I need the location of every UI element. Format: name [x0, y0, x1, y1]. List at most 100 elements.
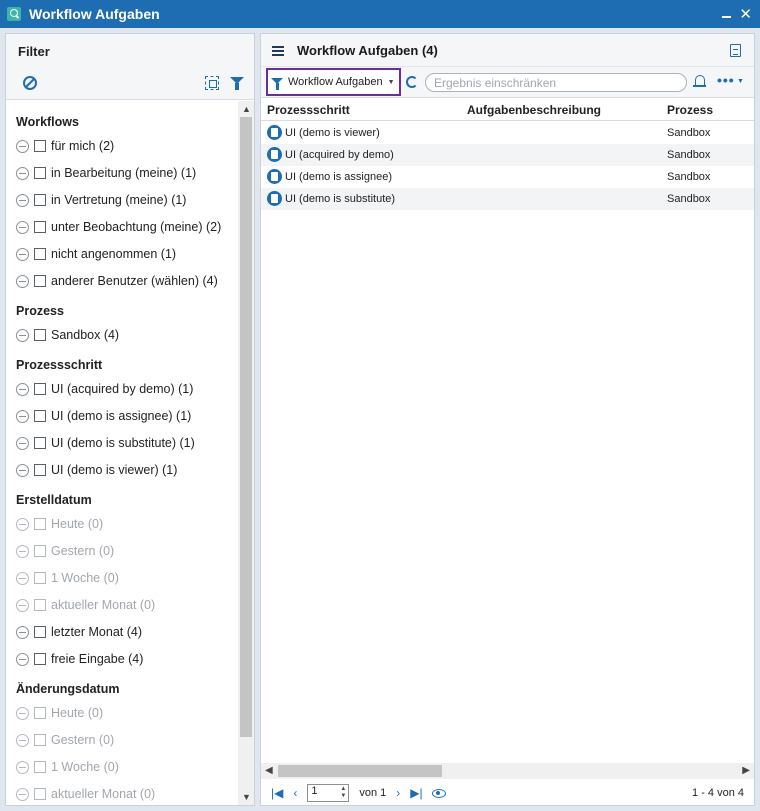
exclude-minus-icon[interactable] — [16, 571, 29, 585]
task-icon — [267, 169, 282, 184]
exclude-minus-icon[interactable] — [16, 139, 29, 153]
hamburger-menu-icon[interactable] — [272, 46, 284, 56]
next-page-icon[interactable]: › — [396, 786, 400, 800]
filter-item[interactable]: für mich (2) — [16, 137, 114, 155]
filter-checkbox[interactable] — [34, 545, 46, 557]
filter-item-label: UI (acquired by demo) (1) — [51, 382, 194, 396]
filter-checkbox[interactable] — [34, 518, 46, 530]
filter-checkbox[interactable] — [34, 734, 46, 746]
exclude-minus-icon[interactable] — [16, 436, 29, 450]
filter-checkbox[interactable] — [34, 140, 46, 152]
exclude-minus-icon[interactable] — [16, 706, 29, 720]
filter-item[interactable]: Heute (0) — [16, 704, 103, 722]
exclude-minus-icon[interactable] — [16, 274, 29, 288]
more-chevron-down-icon[interactable]: ▼ — [737, 78, 744, 85]
filter-checkbox[interactable] — [34, 410, 46, 422]
more-options-icon[interactable]: ••• — [717, 72, 735, 88]
bell-icon[interactable] — [693, 75, 706, 87]
expand-all-icon[interactable] — [205, 76, 219, 90]
exclude-minus-icon[interactable] — [16, 760, 29, 774]
filter-checkbox[interactable] — [34, 788, 46, 800]
filter-item[interactable]: UI (demo is assignee) (1) — [16, 407, 191, 425]
filter-item[interactable]: aktueller Monat (0) — [16, 785, 155, 803]
filter-checkbox[interactable] — [34, 572, 46, 584]
filter-item[interactable]: Sandbox (4) — [16, 326, 119, 344]
exclude-minus-icon[interactable] — [16, 625, 29, 639]
filter-item[interactable]: Gestern (0) — [16, 542, 114, 560]
table-row[interactable]: UI (demo is assignee) Sandbox — [261, 166, 754, 188]
filter-checkbox[interactable] — [34, 599, 46, 611]
exclude-minus-icon[interactable] — [16, 193, 29, 207]
close-icon[interactable]: ✕ — [739, 7, 752, 22]
filter-checkbox[interactable] — [34, 464, 46, 476]
filter-item[interactable]: unter Beobachtung (meine) (2) — [16, 218, 221, 236]
filter-item[interactable]: in Vertretung (meine) (1) — [16, 191, 186, 209]
scroll-up-icon[interactable]: ▲ — [242, 104, 251, 114]
refresh-icon[interactable] — [406, 76, 418, 88]
page-number-input[interactable]: 1 ▲ ▼ — [307, 784, 350, 802]
filter-item[interactable]: UI (acquired by demo) (1) — [16, 380, 193, 398]
exclude-minus-icon[interactable] — [16, 220, 29, 234]
prev-page-icon[interactable]: ‹ — [293, 786, 297, 800]
column-header-prozessschritt[interactable]: Prozessschritt — [267, 103, 350, 117]
filter-item[interactable]: nicht angenommen (1) — [16, 245, 176, 263]
scrollbar-thumb[interactable] — [240, 117, 252, 737]
filter-item[interactable]: anderer Benutzer (wählen) (4) — [16, 272, 218, 290]
horizontal-scrollbar[interactable]: ◀ ▶ — [261, 763, 754, 779]
filter-checkbox[interactable] — [34, 653, 46, 665]
filter-item[interactable]: aktueller Monat (0) — [16, 596, 155, 614]
filter-checkbox[interactable] — [34, 194, 46, 206]
table-row[interactable]: UI (acquired by demo) Sandbox — [261, 144, 754, 166]
filter-checkbox[interactable] — [34, 383, 46, 395]
filter-settings-icon[interactable] — [230, 77, 244, 90]
filter-checkbox[interactable] — [34, 329, 46, 341]
column-header-aufgabenbeschreibung[interactable]: Aufgabenbeschreibung — [467, 103, 601, 117]
last-page-icon[interactable]: ▶| — [410, 786, 422, 800]
first-page-icon[interactable]: |◀ — [271, 786, 283, 800]
filter-checkbox[interactable] — [34, 761, 46, 773]
scroll-left-icon[interactable]: ◀ — [265, 765, 273, 776]
filter-item[interactable]: letzter Monat (4) — [16, 623, 142, 641]
filter-checkbox[interactable] — [34, 167, 46, 179]
horizontal-scrollbar-thumb[interactable] — [278, 765, 442, 777]
minimize-icon[interactable] — [722, 16, 732, 18]
document-icon[interactable] — [730, 44, 741, 57]
filter-checkbox[interactable] — [34, 626, 46, 638]
filter-item[interactable]: 1 Woche (0) — [16, 569, 119, 587]
exclude-minus-icon[interactable] — [16, 517, 29, 531]
filter-item[interactable]: in Bearbeitung (meine) (1) — [16, 164, 196, 182]
filter-checkbox[interactable] — [34, 437, 46, 449]
exclude-minus-icon[interactable] — [16, 733, 29, 747]
table-row[interactable]: UI (demo is viewer) Sandbox — [261, 122, 754, 144]
filter-item[interactable]: Gestern (0) — [16, 731, 114, 749]
filter-checkbox[interactable] — [34, 275, 46, 287]
filter-item[interactable]: 1 Woche (0) — [16, 758, 119, 776]
search-input[interactable] — [425, 73, 687, 92]
exclude-minus-icon[interactable] — [16, 787, 29, 801]
exclude-minus-icon[interactable] — [16, 598, 29, 612]
filter-checkbox[interactable] — [34, 248, 46, 260]
column-header-prozess[interactable]: Prozess — [667, 103, 713, 117]
filter-checkbox[interactable] — [34, 221, 46, 233]
page-stepper-icon[interactable]: ▲ ▼ — [340, 786, 346, 800]
eye-icon[interactable] — [431, 788, 446, 798]
filter-item[interactable]: Heute (0) — [16, 515, 103, 533]
table-row[interactable]: UI (demo is substitute) Sandbox — [261, 188, 754, 210]
filter-scrollbar[interactable]: ▲ ▼ — [238, 101, 254, 805]
exclude-minus-icon[interactable] — [16, 409, 29, 423]
scroll-down-icon[interactable]: ▼ — [242, 792, 251, 802]
exclude-minus-icon[interactable] — [16, 166, 29, 180]
reset-filter-icon[interactable] — [23, 76, 37, 90]
filter-item[interactable]: UI (demo is viewer) (1) — [16, 461, 177, 479]
exclude-minus-icon[interactable] — [16, 247, 29, 261]
exclude-minus-icon[interactable] — [16, 328, 29, 342]
exclude-minus-icon[interactable] — [16, 652, 29, 666]
filter-item[interactable]: UI (demo is substitute) (1) — [16, 434, 195, 452]
workflow-select[interactable]: Workflow Aufgaben ▼ — [266, 68, 401, 96]
exclude-minus-icon[interactable] — [16, 382, 29, 396]
filter-checkbox[interactable] — [34, 707, 46, 719]
scroll-right-icon[interactable]: ▶ — [742, 765, 750, 776]
filter-item[interactable]: freie Eingabe (4) — [16, 650, 143, 668]
exclude-minus-icon[interactable] — [16, 544, 29, 558]
exclude-minus-icon[interactable] — [16, 463, 29, 477]
